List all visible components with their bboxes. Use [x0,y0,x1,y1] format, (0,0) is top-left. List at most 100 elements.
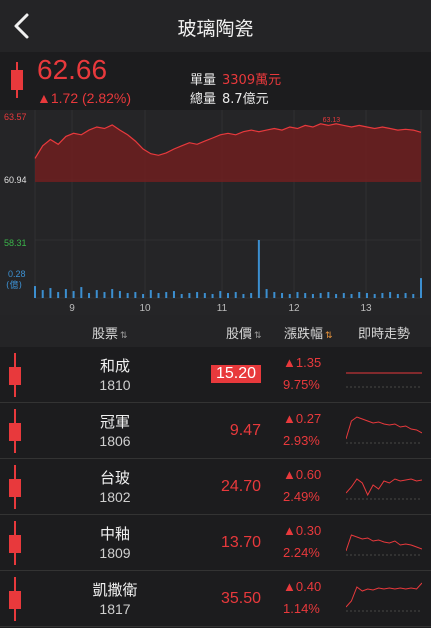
volume-bar [342,293,345,298]
column-header-trend: 即時走勢 [358,327,411,342]
volume-bar [196,292,199,298]
stock-change-percent: 2.93% [283,433,320,448]
x-axis-label: 11 [217,303,228,314]
volume-bar [381,293,384,298]
candlestick-icon [9,409,21,453]
sort-icon: ⇅ [120,331,128,341]
volume-bar [64,289,67,298]
sparkline-chart [346,372,422,388]
candlestick-icon [9,577,21,621]
volume-bar [350,294,353,298]
volume-min-label: 0.28 [8,269,26,279]
volume-bar [111,289,114,298]
stock-change: ▲1.35 [283,355,322,370]
volume-bar [118,291,121,298]
volume-bar [281,293,284,298]
volume-bar [49,288,52,298]
volume-max-label: 58.31 [4,238,27,248]
volume-bar [420,278,422,298]
volume-bar [157,293,160,298]
sparkline-line [346,416,422,440]
stock-code: 1809 [99,545,131,561]
volume-bar [188,293,191,298]
total-volume-label: 總量 [190,92,217,107]
stock-row[interactable]: 和成 1810 15.20 ▲1.35 9.75% [0,347,431,403]
x-axis-label: 12 [288,303,300,314]
column-header-price[interactable]: 股價 ⇅ [226,323,262,342]
column-header-change[interactable]: 漲跌幅 ⇅ [284,323,333,342]
candlestick-icon [11,62,23,98]
sparkline-chart [346,416,422,444]
volume-bar [311,294,314,298]
volume-bar [335,294,338,298]
volume-bar [80,287,83,298]
stock-change-percent: 2.24% [283,545,320,560]
volume-bar [219,291,222,298]
stock-name: 中釉 [99,525,130,543]
sparkline-line [346,534,422,552]
stock-price: 15.20 [210,365,261,383]
stock-change-percent: 9.75% [283,377,320,392]
volume-bar [319,293,322,298]
intraday-chart[interactable]: 63.57 60.94 63.13 58.31 0.28 (億) 9 10 11 12… [0,110,431,315]
candlestick-icon [9,353,21,397]
volume-bar [412,294,415,298]
volume-bar [234,292,237,298]
volume-bar [327,292,330,298]
volume-bar [373,294,376,298]
page-title: 玻璃陶瓷 [177,18,254,40]
volume-bar [142,294,145,298]
stock-code: 1806 [99,433,131,449]
stock-name: 和成 [99,357,130,375]
stock-row[interactable]: 中釉 1809 13.70 ▲0.30 2.24% [0,515,431,571]
volume-bar [126,293,129,298]
stock-row[interactable]: 台玻 1802 24.70 ▲0.60 2.49% [0,459,431,515]
x-axis-label: 9 [69,303,75,314]
intraday-chart-svg: 63.57 60.94 63.13 58.31 0.28 (億) 9 10 11 12… [4,110,422,314]
total-volume-value: 8.7億元 [222,92,269,107]
volume-bar [265,289,268,298]
stock-code: 1802 [99,489,131,505]
volume-unit-label: (億) [6,279,22,291]
stock-price: 24.70 [220,478,261,495]
price-high-label: 63.57 [4,112,27,122]
stock-code: 1817 [99,601,131,617]
volume-bar [273,292,276,298]
stock-change-percent: 2.49% [283,489,320,504]
sort-active-icon: ⇅ [325,331,333,341]
volume-bar [365,293,368,298]
stock-row[interactable]: 冠軍 1806 9.47 ▲0.27 2.93% [0,403,431,459]
stock-change: ▲0.27 [283,411,322,426]
peak-annotation: 63.13 [323,117,341,124]
volume-bar [103,292,106,298]
x-axis-label: 13 [360,303,372,314]
volume-bar [34,286,36,298]
candlestick-icon [9,465,21,509]
stock-name: 台玻 [99,469,130,487]
stock-change-percent: 1.14% [283,601,320,616]
volume-bar [95,290,98,298]
sparkline-chart [346,478,422,500]
stock-name: 冠軍 [99,413,130,431]
volume-bar [211,294,214,298]
volume-bar [72,291,75,298]
price-change: ▲1.72 (2.82%) [37,90,132,106]
quote-summary: 62.66 ▲1.72 (2.82%) 單量 3309萬元 總量 8.7億元 [0,52,431,110]
stock-row[interactable]: 凱撒衛 1817 35.50 ▲0.40 1.14% [0,571,431,627]
single-volume-label: 單量 [190,73,217,88]
volume-bar [257,240,260,298]
stock-price: 35.50 [220,590,261,607]
single-volume-value: 3309萬元 [222,73,282,88]
volume-bar [404,293,407,298]
stock-change: ▲0.30 [283,523,322,538]
volume-bar [57,292,60,298]
current-price: 62.66 [37,54,108,85]
volume-bar [180,294,183,298]
sparkline-line [346,582,422,608]
column-header-stock[interactable]: 股票 ⇅ [92,323,128,342]
volume-bar [389,292,392,298]
volume-bar [172,291,175,298]
price-open-label: 60.94 [4,175,27,185]
sparkline-chart [346,582,422,612]
volume-bar [288,294,291,298]
